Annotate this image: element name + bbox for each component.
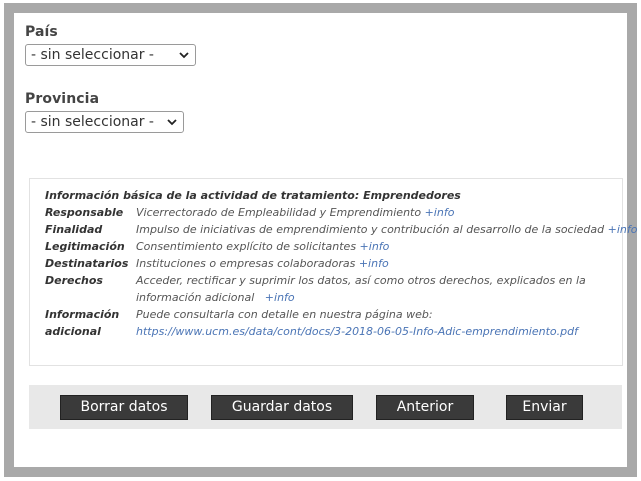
country-label: País [25, 24, 58, 40]
button-bar: Borrar datos Guardar datos Anterior Envi… [29, 385, 622, 429]
send-button[interactable]: Enviar [506, 395, 583, 420]
info-value-informacion: Puede consultarla con detalle en nuestra… [136, 308, 433, 321]
form-frame: País - sin seleccionar - Provincia - sin… [4, 3, 637, 477]
info-text: Instituciones o empresas colaboradoras [136, 257, 359, 270]
info-value-responsable: Vicerrectorado de Empleabilidad y Empren… [136, 206, 454, 219]
info-key-responsable: Responsable [45, 206, 124, 219]
info-link-finalidad[interactable]: +info [608, 223, 638, 236]
info-key-derechos: Derechos [45, 274, 103, 287]
info-link-derechos[interactable]: +info [265, 291, 295, 304]
info-value-derechos-cont: información adicional +info [136, 291, 295, 304]
province-select-value: - sin seleccionar - [31, 114, 154, 130]
info-text: Vicerrectorado de Empleabilidad y Empren… [136, 206, 425, 219]
info-text: Impulso de iniciativas de emprendimiento… [136, 223, 608, 236]
data-protection-info: Información básica de la actividad de tr… [29, 178, 637, 366]
info-key-legitimacion: Legitimación [45, 240, 125, 253]
chevron-down-icon [167, 119, 177, 126]
info-key-destinatarios: Destinatarios [45, 257, 129, 270]
province-select[interactable]: - sin seleccionar - [25, 111, 184, 133]
country-select[interactable]: - sin seleccionar - [25, 44, 196, 66]
additional-info-url[interactable]: https://www.ucm.es/data/cont/docs/3-2018… [136, 325, 578, 338]
info-link-destinatarios[interactable]: +info [359, 257, 389, 270]
info-value-finalidad: Impulso de iniciativas de emprendimiento… [136, 223, 637, 236]
info-value-destinatarios: Instituciones o empresas colaboradoras +… [136, 257, 389, 270]
info-link-legitimacion[interactable]: +info [360, 240, 390, 253]
info-text: información adicional [136, 291, 258, 304]
info-text: Consentimiento explícito de solicitantes [136, 240, 360, 253]
info-key-informacion: Información [45, 308, 120, 321]
chevron-down-icon [179, 52, 189, 59]
province-label: Provincia [25, 91, 100, 107]
info-value-derechos: Acceder, rectificar y suprimir los datos… [136, 274, 586, 287]
country-select-value: - sin seleccionar - [31, 47, 154, 63]
info-url-link: https://www.ucm.es/data/cont/docs/3-2018… [136, 325, 578, 338]
info-link-responsable[interactable]: +info [425, 206, 455, 219]
previous-button[interactable]: Anterior [376, 395, 474, 420]
info-value-legitimacion: Consentimiento explícito de solicitantes… [136, 240, 389, 253]
save-data-button[interactable]: Guardar datos [211, 395, 353, 420]
clear-data-button[interactable]: Borrar datos [60, 395, 188, 420]
info-title: Información básica de la actividad de tr… [45, 189, 461, 202]
info-key-finalidad: Finalidad [45, 223, 103, 236]
info-key-adicional: adicional [45, 325, 101, 338]
